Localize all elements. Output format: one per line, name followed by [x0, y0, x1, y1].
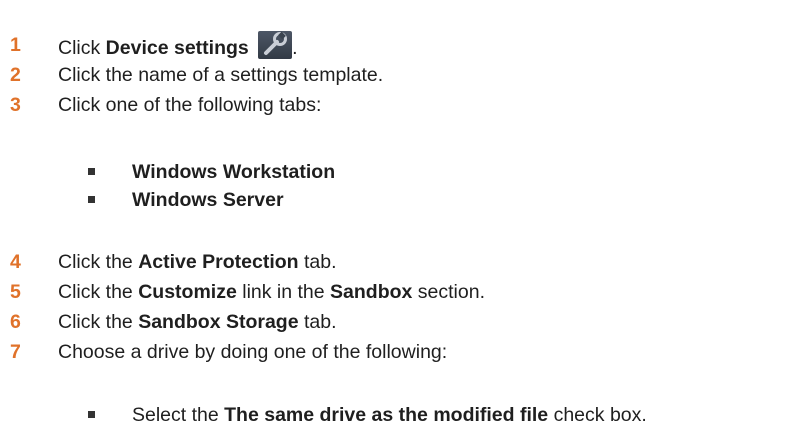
step-text-part: Click the [58, 250, 139, 273]
step-number: 5 [10, 280, 21, 303]
step-text: Click the Sandbox Storage tab. [58, 311, 337, 334]
step-text-part: Click the [58, 310, 139, 333]
step-text: Choose a drive by doing one of the follo… [58, 340, 448, 363]
step-number: 1 [10, 33, 21, 56]
step-text: Click the Active Protection tab. [58, 251, 337, 274]
wrench-icon [258, 30, 293, 59]
step-number: 2 [10, 63, 21, 86]
square-bullet-icon [88, 411, 95, 418]
step-text-part: tab. [298, 310, 337, 333]
step-text: Click the Customize link in the Sandbox … [58, 281, 485, 304]
step-number: 6 [10, 310, 21, 333]
sandbox-label: Sandbox [330, 280, 413, 303]
customize-label: Customize [138, 280, 237, 303]
step-text-part: link in the [236, 280, 331, 303]
step-number: 4 [10, 250, 21, 273]
step-text-part: . [292, 36, 298, 59]
bullet-text-part: Select the [132, 403, 225, 426]
same-drive-checkbox-label: The same drive as the modified file [224, 403, 549, 426]
square-bullet-icon [88, 196, 95, 203]
bullet-text-part: check box. [548, 403, 647, 426]
square-bullet-icon [88, 168, 95, 175]
step-number: 3 [10, 93, 21, 116]
step-text-part: Click [58, 36, 106, 59]
step-text-part: Click the [58, 280, 139, 303]
step-number: 7 [10, 340, 21, 363]
sandbox-storage-label: Sandbox Storage [138, 310, 299, 333]
windows-workstation-label: Windows Workstation [132, 160, 336, 183]
step-text: Click Device settings . [58, 30, 298, 60]
device-settings-label: Device settings [105, 36, 249, 59]
windows-server-label: Windows Server [132, 188, 284, 211]
step-text: Click one of the following tabs: [58, 93, 322, 116]
step-text-part: section. [412, 280, 485, 303]
instruction-document: 1 Click Device settings . 2 Click the na… [0, 0, 791, 440]
step-text: Click the name of a settings template. [58, 63, 384, 86]
step-text-part: tab. [298, 250, 337, 273]
active-protection-label: Active Protection [138, 250, 299, 273]
